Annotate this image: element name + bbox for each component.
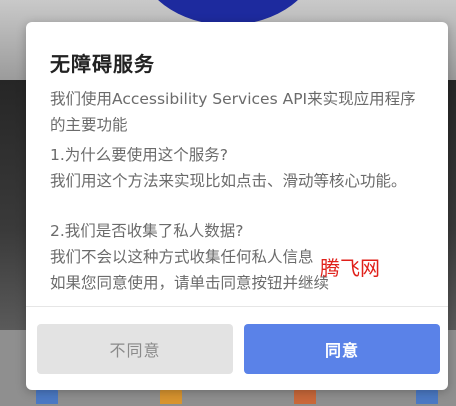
agree-button[interactable]: 同意 [244,324,440,374]
disagree-button[interactable]: 不同意 [37,324,233,374]
dialog-intro-text: 我们使用Accessibility Services API来实现应用程序的主要… [50,90,416,134]
divider [26,306,448,307]
watermark-text: 腾飞网 [320,256,380,280]
dialog-title: 无障碍服务 [50,52,155,76]
question-2: 2.我们是否收集了私人数据? [50,222,244,240]
answer-1: 我们用这个方法来实现比如点击、滑动等核心功能。 [50,172,407,190]
question-1: 1.为什么要使用这个服务? [50,146,229,164]
accessibility-service-dialog: 无障碍服务 我们使用Accessibility Services API来实现应… [26,22,448,390]
